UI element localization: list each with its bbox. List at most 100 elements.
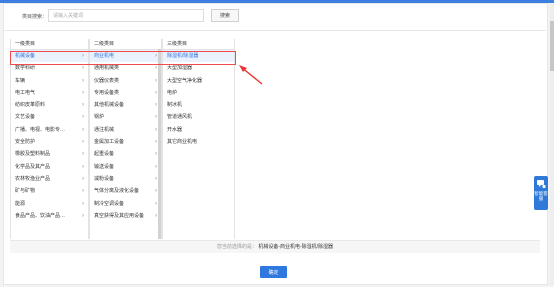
category-item[interactable]: 其他机械设备 › [90,99,161,111]
category-item-label: 金属加工设备 [94,139,125,146]
category-item-label: 制冰机 [167,102,183,109]
annotation-arrow-icon [239,65,263,85]
category-item-label: 通用机械类 [94,65,120,72]
column-header-level3: 三级类目 [163,39,234,50]
chevron-right-icon: › [82,126,84,133]
chevron-right-icon: › [155,126,157,133]
category-item[interactable]: 机械设备 › [11,50,88,63]
category-item[interactable]: 金属加工设备 › [90,136,161,148]
category-column-level1: 一级类目 机械设备 › 数学科研 › 车辆 › 电工电气 › 纺织皮革原料 › 文艺设备 › 广播、电视… [10,39,89,239]
category-column-level2: 二级类目 商业机电 › 通用机械类 › 仪器仪表类 › 专用设备类 › 其他机械设备 › 锅炉 › 通注… [89,39,162,239]
category-item[interactable]: 商业机电 › [90,50,161,63]
category-item[interactable]: 文艺设备 › [11,111,88,123]
category-item[interactable]: 电工电气 › [11,87,88,99]
category-item-label: 纺织皮革原料 [15,102,46,109]
category-item-label: 机械设备 [15,53,36,59]
column-header-level1: 一级类目 [11,39,88,50]
category-item[interactable]: 制冷空调设备 › [90,198,161,210]
category-item[interactable]: 数学科研 › [11,62,88,74]
smart-service-label: 智能客服 [534,191,548,201]
category-item[interactable]: 安全防护 › [11,136,88,148]
chevron-right-icon: › [82,139,84,146]
category-item-label: 起重设备 [94,151,115,158]
divider [4,30,546,31]
category-item-label: 电炉 [167,89,178,96]
category-item[interactable]: 仪器仪表类 › [90,75,161,87]
category-item[interactable]: 锅炉 › [90,111,161,123]
category-item-label: 其它商业机电 [167,139,198,146]
category-item-label: 文艺设备 [15,114,36,121]
page-scrollbar-thumb[interactable] [550,21,554,71]
category-item[interactable]: 广播、电视、电影专… › [11,124,88,136]
category-item[interactable]: 大型空气净化器 [163,75,234,87]
category-item-label: 开水器 [167,126,183,133]
category-item[interactable]: 能源 › [11,198,88,210]
chevron-right-icon: › [155,188,157,195]
smart-service-widget[interactable]: 智能客服 [534,176,548,210]
category-item-label: 矿与矿物 [15,188,36,195]
category-item[interactable]: 除湿机/除湿器 [163,50,234,63]
category-item[interactable]: 农林牧渔业产品 › [11,173,88,185]
category-item[interactable]: 气体分离及液化设备 › [90,185,161,197]
chevron-right-icon: › [82,163,84,170]
chevron-right-icon: › [82,212,84,219]
category-item-label: 橡胶及塑料制品 [15,151,51,158]
chevron-right-icon: › [82,89,84,96]
selected-path-prefix: 您当前选择的是： [216,244,257,250]
chevron-right-icon: › [155,89,157,96]
category-item[interactable]: 橡胶及塑料制品 › [11,148,88,160]
category-item-label: 广播、电视、电影专… [15,126,66,133]
category-item[interactable]: 其它商业机电 [163,136,234,148]
search-input[interactable] [48,9,204,22]
category-item[interactable]: 真空获得及其应用设备 › [90,210,161,222]
category-item[interactable]: 矿与矿物 › [11,185,88,197]
category-item-label: 真空获得及其应用设备 [94,212,145,219]
chevron-right-icon: › [155,53,157,59]
category-item[interactable]: 车辆 › [11,75,88,87]
chevron-right-icon: › [155,65,157,72]
category-item[interactable]: 制冰机 [163,99,234,111]
category-item-label: 锅炉 [94,114,105,121]
page-scrollbar[interactable] [550,3,554,285]
chevron-right-icon: › [82,77,84,84]
category-item[interactable]: 大型加湿器 [163,62,234,74]
category-item[interactable]: 管道通风机 [163,111,234,123]
chevron-right-icon: › [155,151,157,158]
selected-path-value: 机械设备-商业机电-除湿机/除湿器 [258,244,334,250]
category-item-label: 气体分离及液化设备 [94,188,140,195]
chevron-right-icon: › [155,102,157,109]
category-item[interactable]: 纺织皮革原料 › [11,99,88,111]
category-item[interactable]: 通用机械类 › [90,62,161,74]
chevron-right-icon: › [155,212,157,219]
category-item-label: 仪器仪表类 [94,77,120,84]
category-item[interactable]: 化学品及其产品 › [11,161,88,173]
category-column-level3: 三级类目 除湿机/除湿器 大型加湿器大型空气净化器 电炉制冰机管道通风机开水器其它商… [162,39,235,239]
category-item-label: 大型加湿器 [167,65,193,72]
chevron-right-icon: › [155,175,157,182]
category-item[interactable]: 起重设备 › [90,148,161,160]
chevron-right-icon: › [82,65,84,72]
category-item-label: 商业机电 [94,53,115,59]
chat-bubble-icon [537,180,546,189]
category-item-label: 其他机械设备 [94,102,125,109]
category-item-label: 管道通风机 [167,114,193,121]
category-item[interactable]: 减粉设备 › [90,173,161,185]
category-item-label: 通注机械 [94,126,115,133]
category-item[interactable]: 通注机械 › [90,124,161,136]
category-item[interactable]: 输送设备 › [90,161,161,173]
category-item[interactable]: 食品产品、饮油产品… › [11,210,88,222]
category-item-label: 化学品及其产品 [15,163,51,170]
column-header-level2: 二级类目 [90,39,161,50]
category-item[interactable]: 电炉 [163,87,234,99]
category-item-label: 专用设备类 [94,89,120,96]
category-item-label: 减粉设备 [94,175,115,182]
search-button[interactable]: 搜索 [211,9,239,22]
column-scrollbar-thumb[interactable] [158,49,161,239]
chevron-right-icon: › [155,163,157,170]
chevron-right-icon: › [82,151,84,158]
category-item[interactable]: 专用设备类 › [90,87,161,99]
category-item-label: 除湿机/除湿器 [167,53,199,59]
category-item-label: 大型空气净化器 [167,77,203,84]
confirm-button[interactable]: 确定 [260,266,287,278]
category-item[interactable]: 开水器 [163,124,234,136]
